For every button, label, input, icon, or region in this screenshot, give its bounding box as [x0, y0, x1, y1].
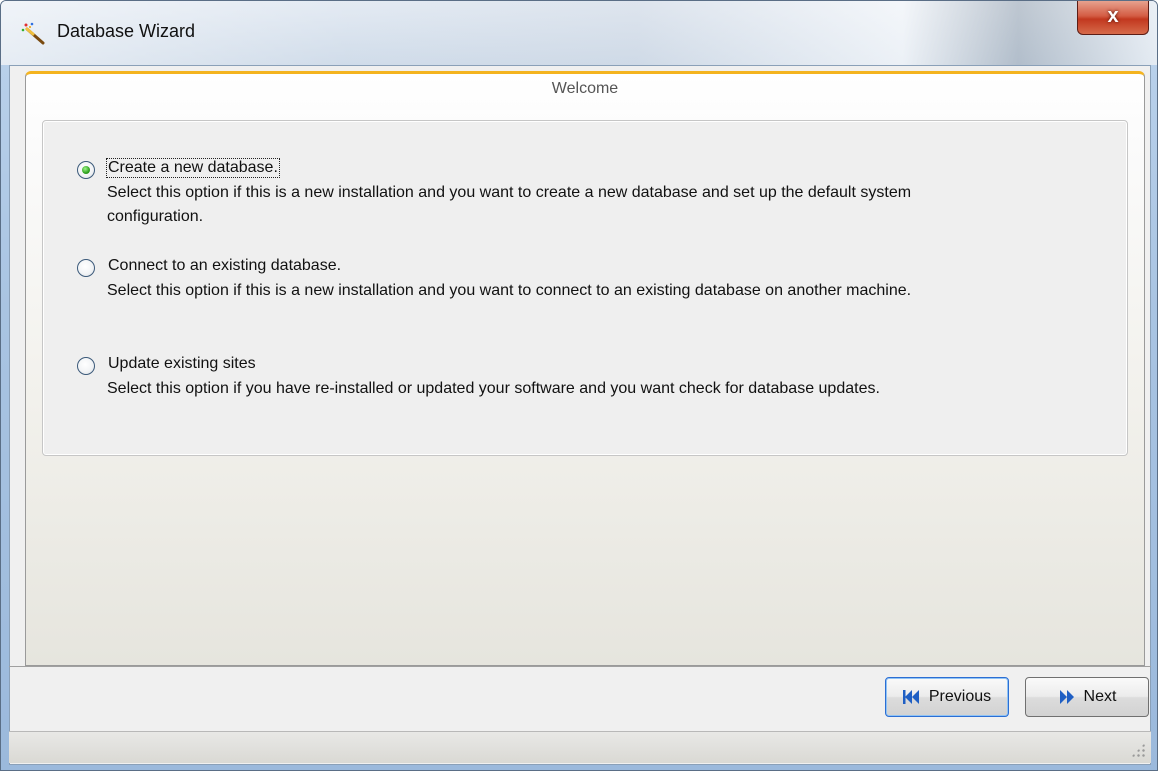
option-label[interactable]: Create a new database. [106, 158, 280, 178]
fast-forward-icon [1059, 690, 1074, 704]
status-bar [9, 731, 1151, 763]
option-label[interactable]: Update existing sites [107, 355, 257, 373]
previous-button[interactable]: Previous [885, 677, 1009, 717]
database-wizard-window: Database Wizard x Welcome Create a new d… [0, 0, 1158, 771]
next-label: Next [1083, 688, 1117, 705]
options-group: Create a new database. Select this optio… [42, 120, 1128, 456]
footer-divider [9, 666, 1151, 667]
window-title: Database Wizard [57, 21, 196, 41]
close-button[interactable]: x [1077, 1, 1149, 35]
title-bar[interactable]: Database Wizard x [1, 1, 1157, 65]
option-label[interactable]: Connect to an existing database. [107, 257, 342, 275]
radio-connect-database[interactable] [77, 259, 95, 277]
previous-label: Previous [928, 688, 992, 705]
option-description: Select this option if this is a new inst… [107, 184, 912, 225]
next-button[interactable]: Next [1025, 677, 1149, 717]
radio-update-sites[interactable] [77, 357, 95, 375]
rewind-icon [902, 690, 919, 704]
resize-grip-icon[interactable] [1131, 743, 1145, 757]
page-title: Welcome [551, 80, 619, 97]
close-icon: x [1107, 5, 1119, 27]
wand-icon [21, 22, 45, 45]
option-description: Select this option if you have re-instal… [107, 380, 880, 397]
option-description: Select this option if this is a new inst… [107, 282, 912, 299]
radio-create-database[interactable] [77, 161, 95, 179]
wizard-page-panel: Welcome Create a new database. Select th… [25, 71, 1145, 666]
